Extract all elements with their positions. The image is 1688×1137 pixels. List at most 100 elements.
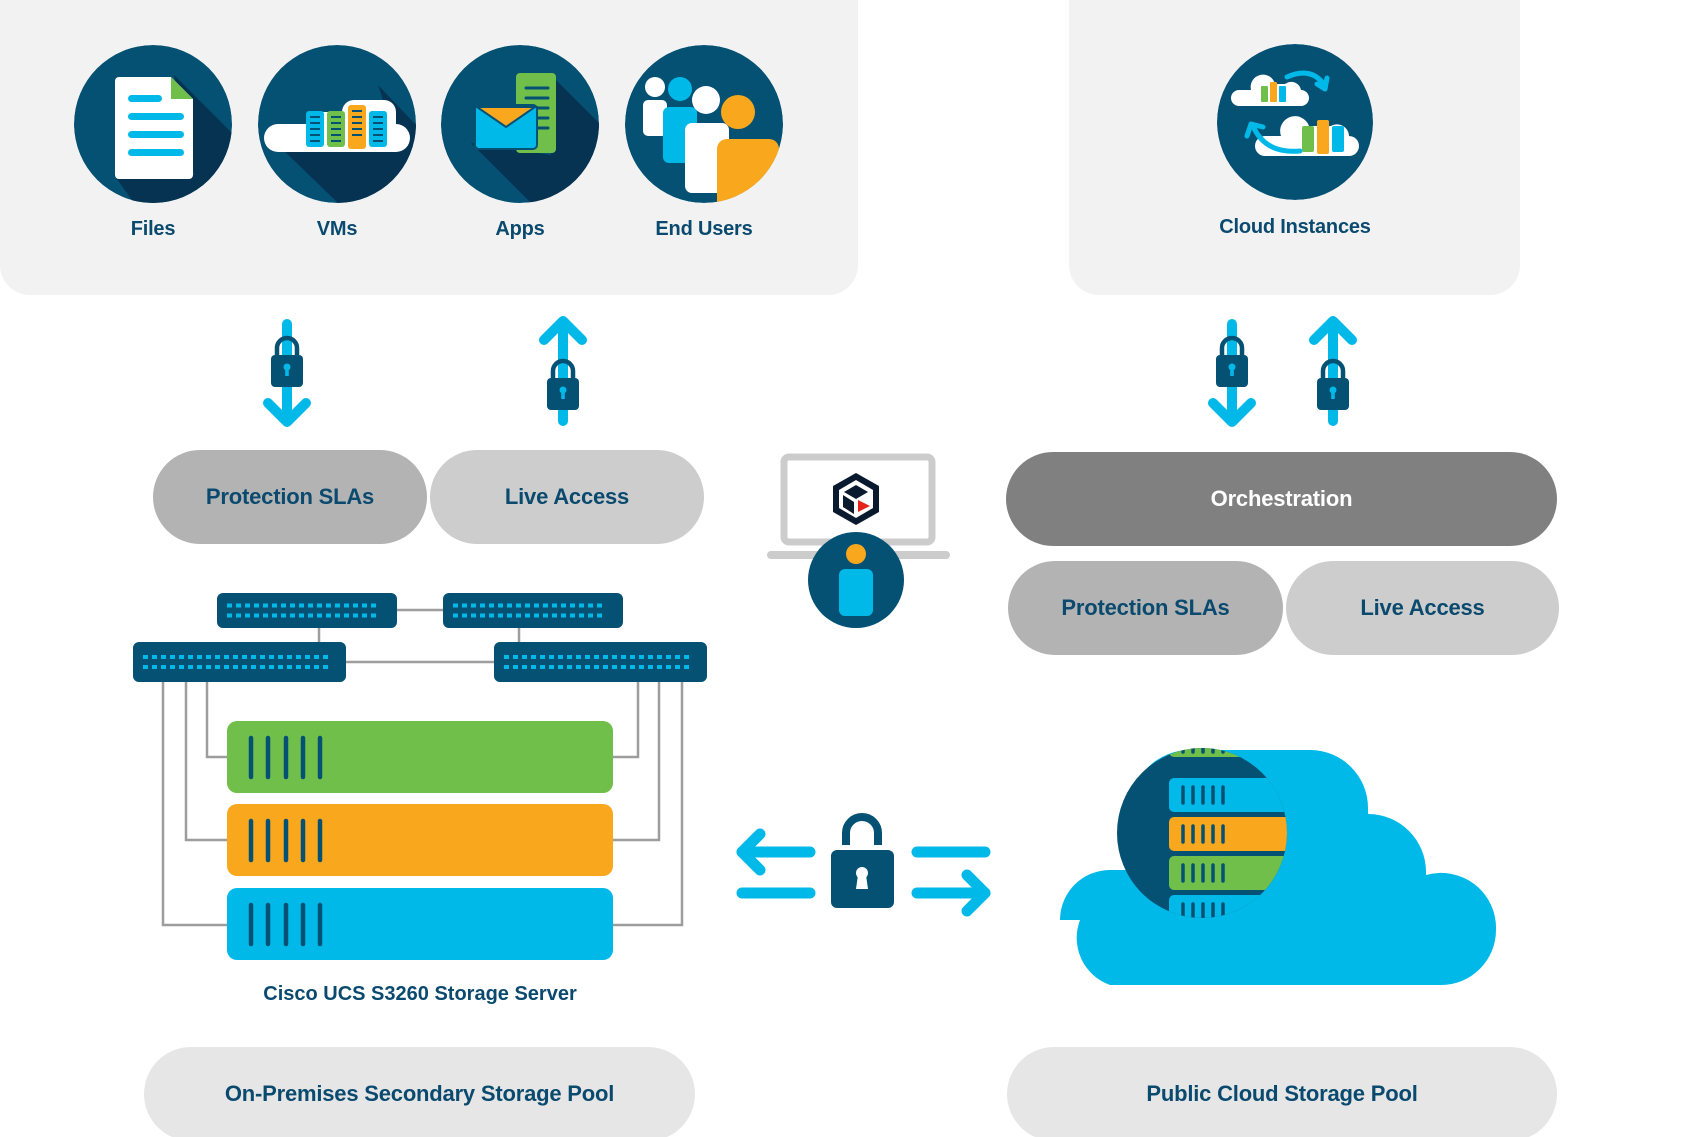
storage-server-label: Cisco UCS S3260 Storage Server bbox=[263, 983, 577, 1005]
switch-top-left bbox=[217, 593, 397, 628]
switch-port bbox=[245, 603, 250, 608]
switch-port bbox=[684, 665, 689, 669]
switch-port bbox=[254, 613, 259, 618]
switch-port bbox=[630, 655, 635, 659]
switch-port bbox=[522, 665, 527, 669]
switch-port bbox=[215, 655, 220, 659]
switch-port bbox=[278, 655, 283, 659]
switch-port bbox=[263, 603, 268, 608]
switch-port bbox=[326, 613, 331, 618]
switch-port bbox=[552, 613, 557, 618]
switch-port bbox=[170, 655, 175, 659]
switch-port bbox=[143, 665, 148, 669]
switch-port bbox=[597, 603, 602, 608]
switch-port bbox=[462, 613, 467, 618]
switch-port bbox=[314, 665, 319, 669]
switch-port bbox=[561, 603, 566, 608]
switch-port bbox=[263, 613, 268, 618]
switch-port bbox=[498, 603, 503, 608]
switch-port bbox=[480, 603, 485, 608]
switch-port bbox=[260, 655, 265, 659]
switch-port bbox=[215, 665, 220, 669]
switch-port bbox=[245, 613, 250, 618]
onprem-storage-pool-label: On-Premises Secondary Storage Pool bbox=[224, 1081, 615, 1106]
onprem-storage-pool[interactable]: On-Premises Secondary Storage Pool bbox=[144, 1047, 695, 1137]
switch-port bbox=[254, 603, 259, 608]
switch-port bbox=[630, 665, 635, 669]
switch-port bbox=[507, 613, 512, 618]
switch-port bbox=[612, 655, 617, 659]
switch-port bbox=[281, 603, 286, 608]
switch-port bbox=[543, 603, 548, 608]
switch-port bbox=[684, 655, 689, 659]
switch-port bbox=[516, 613, 521, 618]
switch-port bbox=[326, 603, 331, 608]
switch-port bbox=[558, 655, 563, 659]
secure-transfer bbox=[736, 813, 991, 917]
switch-port bbox=[489, 603, 494, 608]
switch-port bbox=[236, 613, 241, 618]
switch-port bbox=[525, 603, 530, 608]
switch-port bbox=[480, 613, 485, 618]
switch-port bbox=[344, 603, 349, 608]
switch-port bbox=[362, 603, 367, 608]
switch-port bbox=[675, 665, 680, 669]
onprem-live-access[interactable]: Live Access bbox=[430, 450, 704, 544]
cloud-protection-slas[interactable]: Protection SLAs bbox=[1008, 561, 1283, 655]
management-console bbox=[767, 453, 950, 628]
switch-mid-left bbox=[133, 642, 346, 682]
switch-port bbox=[639, 655, 644, 659]
switch-port bbox=[453, 603, 458, 608]
switch-port bbox=[161, 665, 166, 669]
switch-port bbox=[353, 603, 358, 608]
switch-port bbox=[251, 655, 256, 659]
switch-port bbox=[287, 655, 292, 659]
switch-port bbox=[531, 665, 536, 669]
orchestration-label: Orchestration bbox=[1210, 486, 1353, 511]
switch-port bbox=[206, 655, 211, 659]
switch-port bbox=[561, 613, 566, 618]
switch-port bbox=[317, 603, 322, 608]
switch-port bbox=[531, 655, 536, 659]
switch-port bbox=[308, 613, 313, 618]
onprem-protection-slas[interactable]: Protection SLAs bbox=[153, 450, 427, 544]
switch-port bbox=[579, 613, 584, 618]
switch-port bbox=[323, 655, 328, 659]
switch-port bbox=[570, 613, 575, 618]
switch-port bbox=[308, 603, 313, 608]
switch-port bbox=[269, 665, 274, 669]
switch-port bbox=[588, 603, 593, 608]
switch-port bbox=[281, 613, 286, 618]
switch-port bbox=[227, 613, 232, 618]
switch-port bbox=[170, 665, 175, 669]
switch-port bbox=[576, 655, 581, 659]
switch-port bbox=[648, 665, 653, 669]
switch-port bbox=[489, 613, 494, 618]
switch-port bbox=[513, 655, 518, 659]
switch-port bbox=[549, 655, 554, 659]
switch-port bbox=[549, 665, 554, 669]
switch-port bbox=[317, 613, 322, 618]
switch-port bbox=[579, 603, 584, 608]
switch-port bbox=[179, 665, 184, 669]
switch-port bbox=[323, 665, 328, 669]
public-cloud-storage-pool[interactable]: Public Cloud Storage Pool bbox=[1007, 1047, 1557, 1137]
protection-down-arrow bbox=[263, 319, 311, 427]
switch-port bbox=[206, 665, 211, 669]
switch-port bbox=[197, 655, 202, 659]
switch-port bbox=[621, 665, 626, 669]
switch-port bbox=[272, 613, 277, 618]
switch-port bbox=[597, 613, 602, 618]
orchestration-bar[interactable]: Orchestration bbox=[1006, 452, 1557, 546]
switch-port bbox=[576, 665, 581, 669]
switch-port bbox=[534, 603, 539, 608]
switch-port bbox=[462, 603, 467, 608]
switch-port bbox=[603, 655, 608, 659]
switch-port bbox=[269, 655, 274, 659]
switch-port bbox=[540, 665, 545, 669]
switch-port bbox=[233, 655, 238, 659]
cloud-live-access[interactable]: Live Access bbox=[1286, 561, 1559, 655]
switch-port bbox=[657, 665, 662, 669]
switch-port bbox=[567, 655, 572, 659]
switch-port bbox=[666, 655, 671, 659]
